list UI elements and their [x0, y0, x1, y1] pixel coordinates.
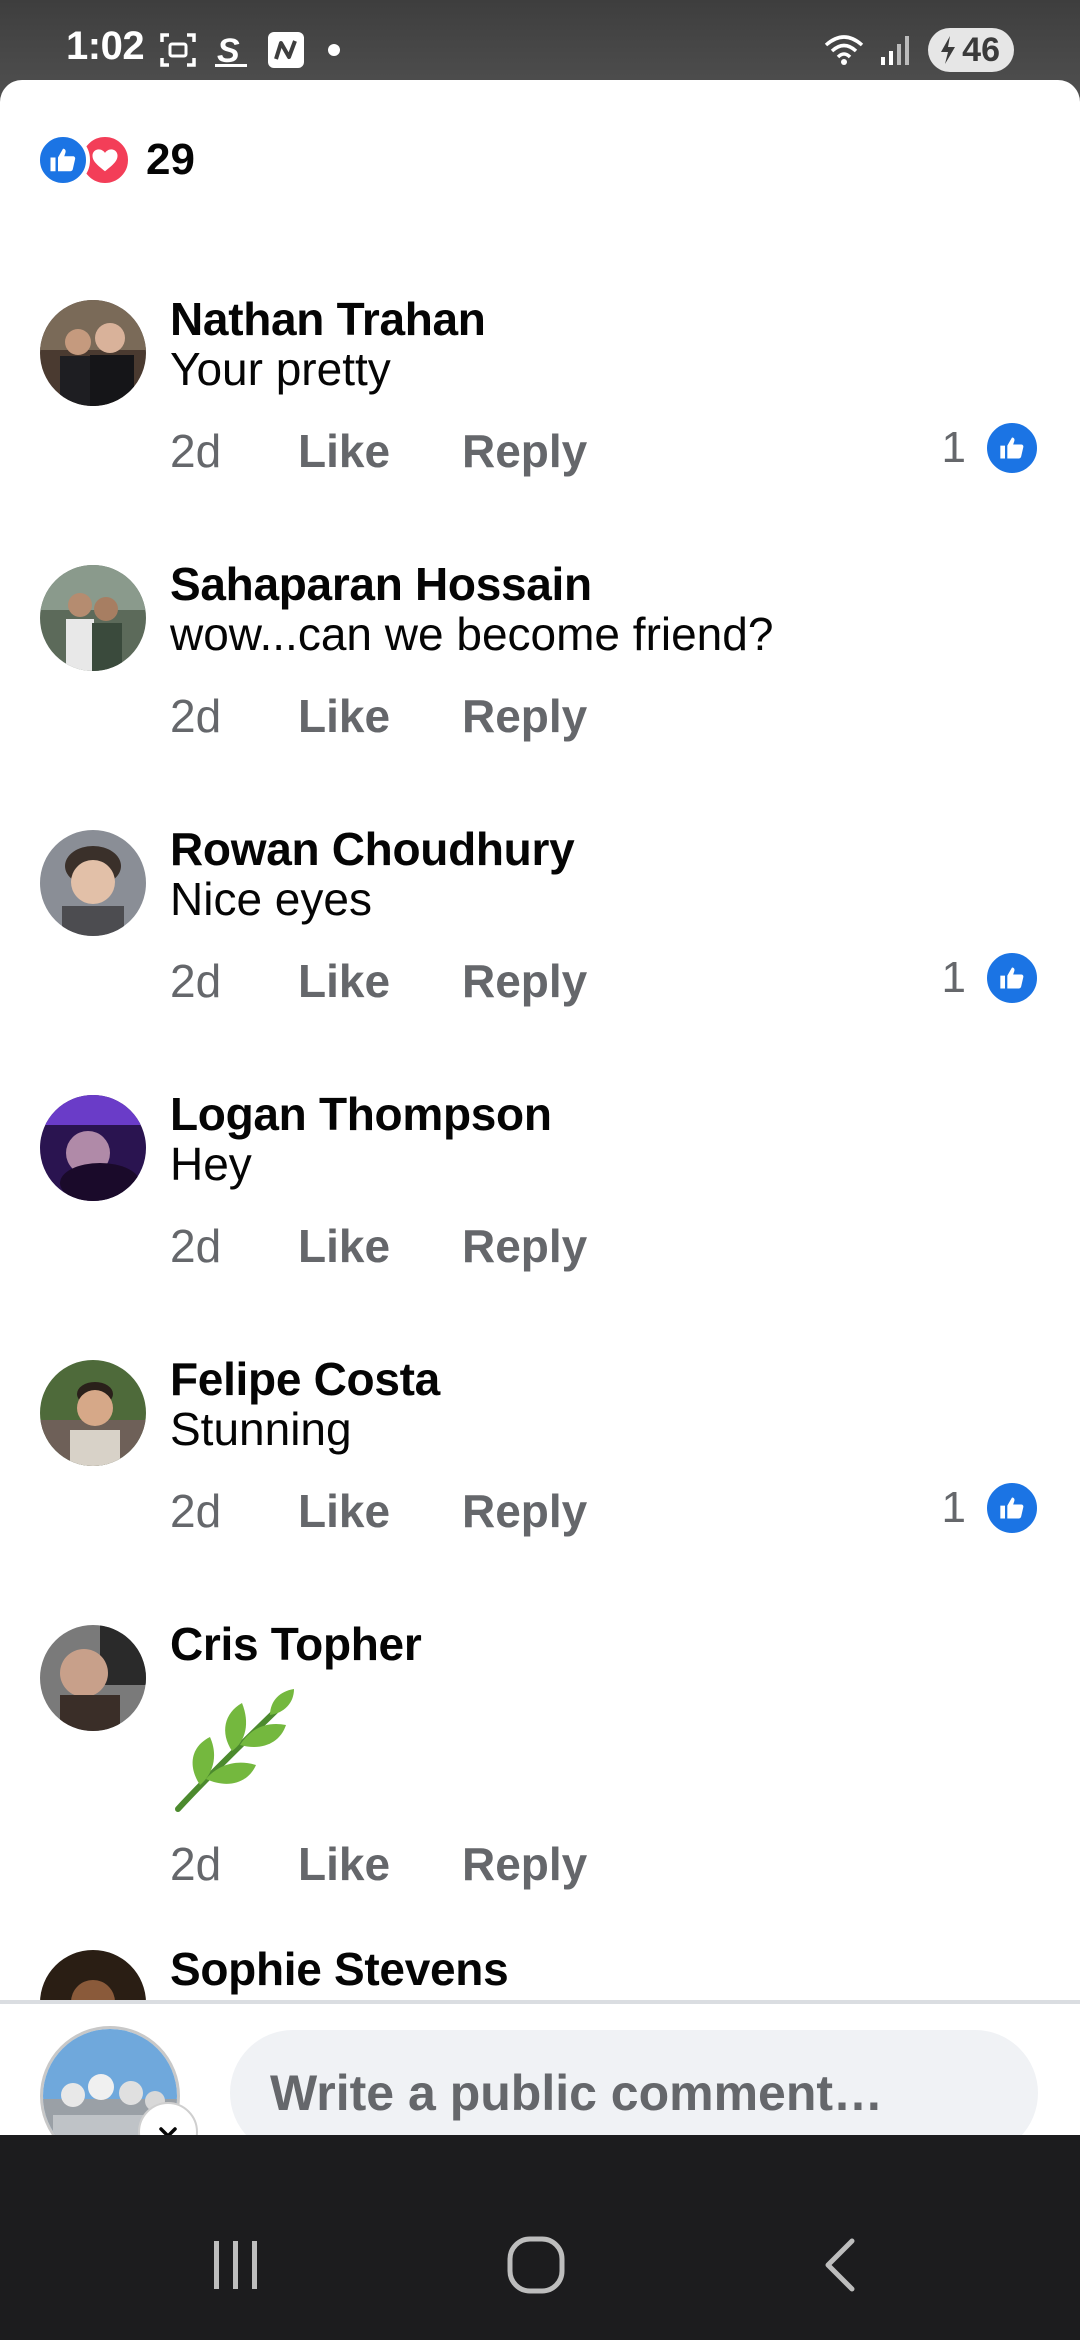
comment-reactions[interactable]: 1	[942, 1480, 1040, 1536]
n-app-icon	[266, 30, 306, 70]
status-icons-right: 46	[824, 28, 1014, 72]
comment-timestamp: 2d	[170, 1485, 222, 1537]
commenter-name[interactable]: Felipe Costa	[170, 1352, 440, 1406]
like-reaction-icon	[36, 133, 90, 187]
like-button[interactable]: Like	[298, 1219, 462, 1273]
reply-button[interactable]: Reply	[462, 689, 587, 743]
avatar[interactable]	[40, 300, 146, 406]
commenter-name[interactable]: Cris Topher	[170, 1617, 422, 1671]
reply-button[interactable]: Reply	[462, 1219, 587, 1273]
comment-reaction-count: 1	[941, 423, 966, 472]
comment-actions: 2d Like Reply	[170, 424, 587, 478]
comments-sheet: 29 Nathan Trahan Your pretty 2d Like Rep…	[0, 80, 1080, 2135]
comment-text: wow...can we become friend?	[170, 608, 774, 660]
comment-actions: 2d Like Reply	[170, 1837, 587, 1891]
back-icon[interactable]	[780, 2205, 900, 2325]
like-badge-icon	[984, 420, 1040, 476]
like-badge-icon	[984, 950, 1040, 1006]
like-button[interactable]: Like	[298, 954, 462, 1008]
system-nav-bar	[0, 2135, 1080, 2340]
reactions-summary[interactable]: 29	[36, 132, 195, 188]
comment-timestamp: 2d	[170, 1838, 222, 1890]
battery-level: 46	[962, 30, 1000, 69]
comment-timestamp: 2d	[170, 1220, 222, 1272]
comment-timestamp: 2d	[170, 690, 222, 742]
commenter-name[interactable]: Sahaparan Hossain	[170, 557, 592, 611]
avatar[interactable]	[40, 1625, 146, 1731]
commenter-name[interactable]: Logan Thompson	[170, 1087, 552, 1141]
reply-button[interactable]: Reply	[462, 1837, 587, 1891]
reply-button[interactable]: Reply	[462, 954, 587, 1008]
reply-button[interactable]: Reply	[462, 424, 587, 478]
commenter-name[interactable]: Sophie Stevens	[170, 1942, 509, 1996]
notification-dot	[328, 44, 340, 56]
wifi-icon	[824, 30, 864, 70]
like-button[interactable]: Like	[298, 1484, 462, 1538]
avatar[interactable]	[40, 830, 146, 936]
reaction-count: 29	[146, 135, 195, 184]
comment-reaction-count: 1	[941, 953, 966, 1002]
avatar[interactable]	[40, 1360, 146, 1466]
status-icons-left: S	[158, 30, 340, 70]
avatar[interactable]	[40, 565, 146, 671]
comment-timestamp: 2d	[170, 955, 222, 1007]
comment-reaction-count: 1	[941, 1483, 966, 1532]
avatar[interactable]	[40, 1095, 146, 1201]
comment-actions: 2d Like Reply	[170, 1484, 587, 1538]
battery-indicator: 46	[928, 28, 1014, 72]
comment-reactions[interactable]: 1	[942, 950, 1040, 1006]
charging-icon	[941, 36, 956, 64]
comment-text: Nice eyes	[170, 873, 372, 925]
like-badge-icon	[984, 1480, 1040, 1536]
comment-text: Your pretty	[170, 343, 391, 395]
comment-actions: 2d Like Reply	[170, 954, 587, 1008]
recents-icon[interactable]	[176, 2205, 296, 2325]
comment-timestamp: 2d	[170, 425, 222, 477]
comment-text: Stunning	[170, 1403, 352, 1455]
leaf-sticker[interactable]	[170, 1685, 300, 1815]
like-button[interactable]: Like	[298, 689, 462, 743]
comment-actions: 2d Like Reply	[170, 1219, 587, 1273]
reply-button[interactable]: Reply	[462, 1484, 587, 1538]
composer-bar	[0, 2002, 1080, 2166]
like-button[interactable]: Like	[298, 424, 462, 478]
like-button[interactable]: Like	[298, 1837, 462, 1891]
s-app-icon: S	[212, 30, 252, 70]
comment-text: Hey	[170, 1138, 252, 1190]
comment-actions: 2d Like Reply	[170, 689, 587, 743]
commenter-name[interactable]: Rowan Choudhury	[170, 822, 575, 876]
signal-icon	[876, 30, 916, 70]
status-time: 1:02	[66, 24, 145, 68]
screenshot-icon	[158, 30, 198, 70]
commenter-name[interactable]: Nathan Trahan	[170, 292, 486, 346]
comment-reactions[interactable]: 1	[942, 420, 1040, 476]
home-icon[interactable]	[476, 2205, 596, 2325]
svg-text:S: S	[217, 32, 240, 69]
